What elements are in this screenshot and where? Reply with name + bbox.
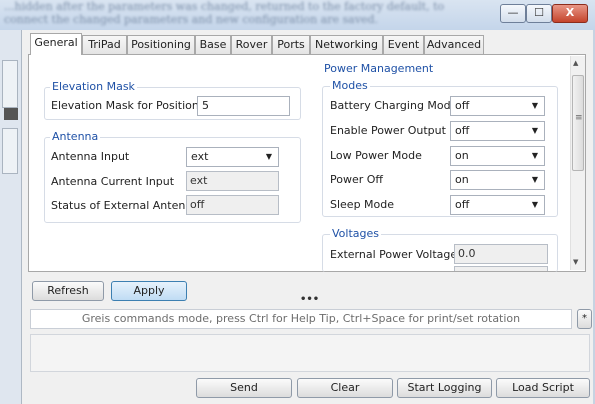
grip-icon: ≡ (575, 113, 583, 123)
tab-base[interactable]: Base (195, 35, 231, 54)
antenna-title: Antenna (50, 130, 101, 143)
tab-tripad[interactable]: TriPad (82, 35, 127, 54)
next-field-partial (454, 266, 548, 271)
ext-power-voltage-label: External Power Voltage (330, 248, 458, 261)
scroll-up-icon[interactable]: ▲ (573, 59, 578, 67)
close-button[interactable]: X (552, 4, 588, 23)
send-button[interactable]: Send (196, 378, 292, 398)
antenna-current-label: Antenna Current Input (51, 175, 175, 188)
apply-button[interactable]: Apply (111, 281, 187, 301)
elevation-mask-title: Elevation Mask (50, 80, 137, 93)
enable-power-output-select[interactable]: off ▼ (450, 121, 545, 141)
command-output-area (30, 334, 590, 372)
elevation-mask-input[interactable]: 5 (197, 96, 290, 116)
voltages-title: Voltages (330, 227, 381, 240)
enable-power-output-label: Enable Power Output (330, 124, 446, 137)
battery-charging-select[interactable]: off ▼ (450, 96, 545, 116)
low-power-mode-label: Low Power Mode (330, 149, 422, 162)
power-management-title: Power Management (324, 62, 434, 75)
chevron-down-icon: ▼ (531, 151, 538, 160)
tab-ports[interactable]: Ports (272, 35, 310, 54)
modes-title: Modes (330, 79, 370, 92)
power-off-label: Power Off (330, 173, 383, 186)
sleep-mode-value: off (455, 198, 470, 211)
scrollbar-thumb[interactable] (572, 75, 584, 171)
tab-networking[interactable]: Networking (310, 35, 383, 54)
antenna-input-label: Antenna Input (51, 150, 130, 163)
maximize-button[interactable]: ☐ (526, 4, 552, 23)
chevron-down-icon: ▼ (531, 200, 538, 209)
tab-general[interactable]: General (30, 33, 82, 55)
antenna-current-field: ext (186, 171, 279, 191)
tab-event[interactable]: Event (383, 35, 424, 54)
splitter-handle[interactable]: ••• (300, 295, 319, 305)
left-panel-handle[interactable] (4, 108, 18, 120)
clear-button[interactable]: Clear (297, 378, 393, 398)
power-off-value: on (455, 173, 469, 186)
tab-advanced[interactable]: Advanced (424, 35, 484, 54)
antenna-status-label: Status of External Antenna (51, 199, 200, 212)
power-off-select[interactable]: on ▼ (450, 170, 545, 190)
chevron-down-icon: ▼ (531, 101, 538, 110)
scroll-down-icon[interactable]: ▼ (573, 258, 578, 266)
tab-positioning[interactable]: Positioning (127, 35, 195, 54)
chevron-down-icon: ▼ (531, 175, 538, 184)
refresh-button[interactable]: Refresh (32, 281, 104, 301)
command-input[interactable]: Greis commands mode, press Ctrl for Help… (30, 309, 572, 329)
tab-rover[interactable]: Rover (231, 35, 272, 54)
ext-power-voltage-field: 0.0 (454, 244, 548, 264)
left-panel-item[interactable] (2, 128, 18, 174)
minimize-button[interactable]: — (500, 4, 526, 23)
sleep-mode-select[interactable]: off ▼ (450, 195, 545, 215)
antenna-input-select[interactable]: ext ▼ (186, 147, 279, 167)
start-logging-button[interactable]: Start Logging (397, 378, 492, 398)
load-script-button[interactable]: Load Script (496, 378, 590, 398)
elevation-mask-label: Elevation Mask for Position... (51, 99, 210, 112)
window-title-text: ...hidden after the parameters was chang… (4, 0, 445, 26)
low-power-mode-value: on (455, 149, 469, 162)
sleep-mode-label: Sleep Mode (330, 198, 395, 211)
command-options-button[interactable]: * (577, 309, 592, 329)
battery-charging-label: Battery Charging Mode (330, 99, 458, 112)
left-panel-item[interactable] (2, 60, 18, 108)
low-power-mode-select[interactable]: on ▼ (450, 146, 545, 166)
enable-power-output-value: off (455, 124, 470, 137)
antenna-status-field: off (186, 195, 279, 215)
antenna-input-value: ext (191, 150, 209, 163)
chevron-down-icon: ▼ (265, 152, 272, 161)
chevron-down-icon: ▼ (531, 126, 538, 135)
battery-charging-value: off (455, 99, 470, 112)
